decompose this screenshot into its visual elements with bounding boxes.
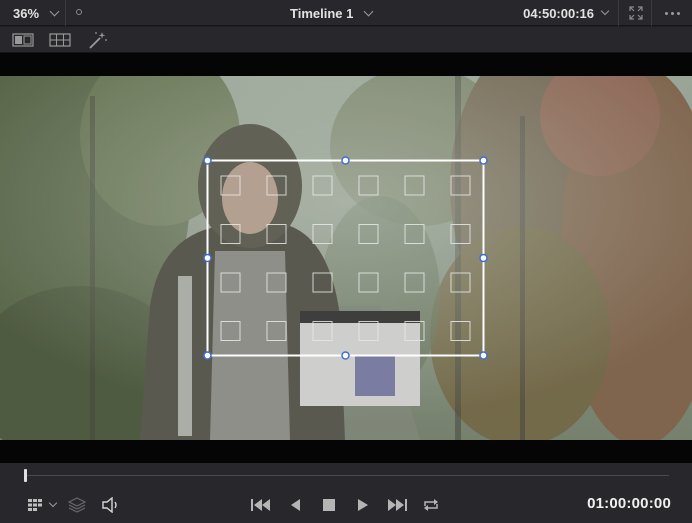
loop-button[interactable] bbox=[420, 494, 442, 516]
grid-square bbox=[358, 224, 379, 244]
skip-to-start-icon bbox=[251, 499, 270, 511]
playhead[interactable] bbox=[24, 469, 27, 482]
stop-icon bbox=[323, 499, 335, 511]
grid-square bbox=[404, 321, 425, 341]
grid-square bbox=[404, 272, 425, 293]
loop-icon bbox=[424, 499, 438, 511]
handle-top-center[interactable] bbox=[341, 156, 350, 165]
chevron-down-icon bbox=[48, 498, 58, 508]
skip-to-end-button[interactable] bbox=[386, 494, 408, 516]
scrubber-track[interactable] bbox=[25, 475, 669, 476]
grid-square bbox=[266, 272, 287, 293]
transform-box[interactable] bbox=[206, 159, 485, 357]
viewer-grid-dropdown[interactable] bbox=[24, 494, 60, 516]
grid-square bbox=[358, 272, 379, 293]
grid-square bbox=[312, 175, 333, 196]
stop-button[interactable] bbox=[321, 494, 337, 516]
grid-square bbox=[450, 175, 471, 196]
grid-square bbox=[312, 272, 333, 293]
handle-bottom-center[interactable] bbox=[341, 351, 350, 360]
volume-button[interactable] bbox=[100, 494, 122, 516]
grid-square bbox=[220, 224, 241, 244]
grid-square bbox=[450, 321, 471, 341]
handle-middle-right[interactable] bbox=[479, 253, 488, 263]
grid-square bbox=[358, 175, 379, 196]
grid-square bbox=[404, 175, 425, 196]
viewer-grid-icon bbox=[28, 499, 42, 511]
play-button[interactable] bbox=[355, 494, 371, 516]
grid-square bbox=[266, 321, 287, 341]
grid-square bbox=[266, 224, 287, 244]
skip-to-end-icon bbox=[388, 499, 407, 511]
record-timecode: 01:00:00:00 bbox=[587, 495, 671, 512]
grid-square bbox=[220, 175, 241, 196]
step-back-icon bbox=[291, 499, 300, 511]
grid-square bbox=[450, 224, 471, 244]
handle-bottom-left[interactable] bbox=[203, 351, 212, 360]
grid-square bbox=[404, 224, 425, 244]
handle-top-left[interactable] bbox=[203, 156, 212, 165]
handle-middle-left[interactable] bbox=[203, 253, 212, 263]
tracking-grid bbox=[220, 175, 471, 341]
volume-icon bbox=[102, 497, 117, 513]
grid-square bbox=[266, 175, 287, 196]
play-icon bbox=[358, 499, 368, 511]
handle-bottom-right[interactable] bbox=[479, 351, 488, 360]
skip-to-start-button[interactable] bbox=[250, 494, 272, 516]
step-back-button[interactable] bbox=[287, 494, 303, 516]
grid-square bbox=[220, 272, 241, 293]
transform-handles[interactable] bbox=[203, 156, 488, 360]
grid-square bbox=[312, 224, 333, 244]
grid-square bbox=[358, 321, 379, 341]
layers-button[interactable] bbox=[67, 494, 87, 516]
transform-overlay[interactable] bbox=[0, 0, 692, 523]
layers-icon bbox=[68, 497, 86, 513]
grid-square bbox=[312, 321, 333, 341]
grid-square bbox=[220, 321, 241, 341]
handle-top-right[interactable] bbox=[479, 156, 488, 165]
grid-square bbox=[450, 272, 471, 293]
